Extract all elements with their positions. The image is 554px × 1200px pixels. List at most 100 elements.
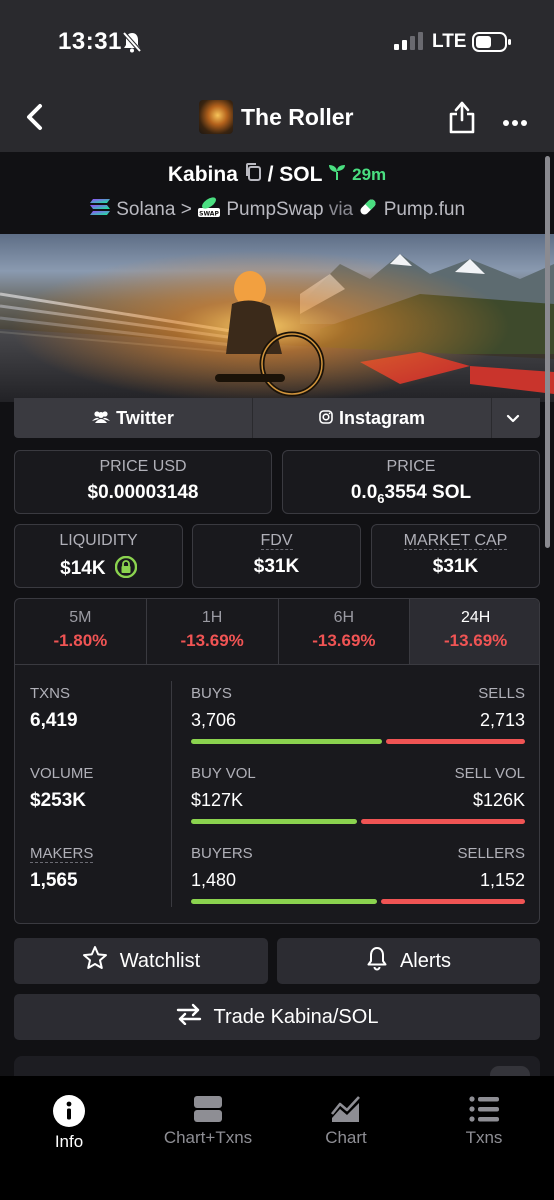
ad-badge xyxy=(490,1066,530,1076)
tab-label: 5M xyxy=(69,609,92,626)
nav-txns[interactable]: Txns xyxy=(424,1094,544,1148)
buys-label: BUYS xyxy=(191,685,232,702)
price-native-label: PRICE xyxy=(386,458,436,475)
nav-info-label: Info xyxy=(54,1132,84,1151)
price-usd-value: $0.00003148 xyxy=(87,482,199,503)
fdv-box: FDV $31K xyxy=(192,524,361,588)
market-cap-box: MARKET CAP $31K xyxy=(371,524,540,588)
nav-chart-label: Chart xyxy=(325,1128,367,1147)
alerts-label: Alerts xyxy=(399,949,452,972)
status-bar: 13:31 LTE xyxy=(0,0,554,84)
back-arrow-icon[interactable] xyxy=(22,102,48,137)
buyers-bar-fill xyxy=(191,899,377,904)
more-options-icon[interactable] xyxy=(502,114,528,132)
route-separator: > xyxy=(180,199,192,220)
buyers-sellers-row: BUYERS SELLERS 1,480 1,152 xyxy=(191,845,525,904)
twitter-button[interactable]: Twitter xyxy=(14,398,253,438)
pill-icon xyxy=(358,199,383,222)
trade-label: Trade Kabina/SOL xyxy=(213,1005,379,1028)
fdv-label[interactable]: FDV xyxy=(260,532,293,550)
area-chart-icon xyxy=(286,1094,406,1124)
buys-bar-fill xyxy=(191,739,382,744)
chain-route: Solana > SWAP PumpSwap via Pump.fun xyxy=(0,196,554,224)
trading-stats-panel: 5M -1.80% 1H -13.69% 6H -13.69% 24H -13.… xyxy=(14,598,540,924)
tab-6h[interactable]: 6H -13.69% xyxy=(279,599,411,664)
top-header: The Roller xyxy=(0,84,554,152)
tab-5m[interactable]: 5M -1.80% xyxy=(15,599,147,664)
next-section-peek xyxy=(14,1056,540,1076)
pair-details: Kabina / SOL 29m Solana > SWAP PumpSwap … xyxy=(0,152,554,1076)
instagram-button[interactable]: Instagram xyxy=(253,398,492,438)
tab-24h[interactable]: 24H -13.69% xyxy=(410,599,539,664)
users-icon xyxy=(92,408,116,429)
nav-chart[interactable]: Chart xyxy=(286,1094,406,1148)
buyers-sellers-bar xyxy=(191,899,525,904)
solana-icon xyxy=(89,199,116,221)
quote-token: SOL xyxy=(279,163,323,186)
sellers-value: 1,152 xyxy=(479,870,525,890)
alerts-button[interactable]: Alerts xyxy=(277,938,540,984)
buyers-value: 1,480 xyxy=(191,870,237,890)
token-banner-image xyxy=(0,234,554,402)
pair-separator: / xyxy=(267,163,274,186)
price-native-digits: 3554 SOL xyxy=(384,482,472,503)
liquidity-label: LIQUIDITY xyxy=(59,532,138,549)
liquidity-value-row: $14K xyxy=(15,555,182,584)
price-usd-box: PRICE USD $0.00003148 xyxy=(14,450,272,514)
status-time: 13:31 xyxy=(58,28,122,55)
lock-icon[interactable] xyxy=(114,555,138,584)
buys-value: 3,706 xyxy=(191,710,237,730)
star-icon xyxy=(82,945,120,977)
pumpswap-icon: SWAP xyxy=(197,197,226,223)
tab-label: 24H xyxy=(460,609,491,626)
buy-vol-label: BUY VOL xyxy=(191,765,256,782)
tab-1h[interactable]: 1H -13.69% xyxy=(147,599,279,664)
buyers-label: BUYERS xyxy=(191,845,253,862)
chevron-down-icon xyxy=(506,408,526,429)
nav-chart-txns[interactable]: Chart+Txns xyxy=(148,1094,268,1148)
share-icon[interactable] xyxy=(448,100,476,139)
nav-info[interactable]: Info xyxy=(9,1094,129,1152)
makers-value: 1,565 xyxy=(30,870,78,891)
sellers-bar-fill xyxy=(381,899,525,904)
tab-change: -13.69% xyxy=(180,631,244,650)
nav-txns-label: Txns xyxy=(465,1128,503,1147)
via-text: via xyxy=(328,199,354,220)
sells-bar-fill xyxy=(386,739,525,744)
price-usd-label: PRICE USD xyxy=(99,458,187,475)
price-native-zeros: 6 xyxy=(377,490,385,506)
pair-age: 29m xyxy=(352,165,387,184)
tab-change: -13.69% xyxy=(443,631,508,650)
makers-label[interactable]: MAKERS xyxy=(30,845,94,863)
market-cap-value: $31K xyxy=(432,556,479,577)
dex-name[interactable]: PumpSwap xyxy=(226,199,323,220)
makers-stat: MAKERS 1,565 xyxy=(30,845,94,892)
sell-vol-label: SELL VOL xyxy=(454,765,525,782)
instagram-icon xyxy=(319,408,339,429)
volume-split-bar xyxy=(191,819,525,824)
tab-label: 6H xyxy=(333,609,355,626)
sell-vol-bar-fill xyxy=(361,819,525,824)
token-avatar xyxy=(199,100,233,134)
chain-name[interactable]: Solana xyxy=(116,199,175,220)
stats-divider xyxy=(171,681,172,907)
price-native-value: 0.063554 SOL xyxy=(283,482,539,506)
trade-button[interactable]: Trade Kabina/SOL xyxy=(14,994,540,1040)
volume-label: VOLUME xyxy=(30,765,94,782)
timeframe-tabs: 5M -1.80% 1H -13.69% 6H -13.69% 24H -13.… xyxy=(15,599,539,665)
watchlist-label: Watchlist xyxy=(119,949,201,972)
sellers-label: SELLERS xyxy=(457,845,525,862)
copy-icon[interactable] xyxy=(244,163,268,187)
txns-value: 6,419 xyxy=(30,710,78,731)
social-links: Twitter Instagram xyxy=(14,398,540,438)
nav-chart-txns-label: Chart+Txns xyxy=(163,1128,253,1147)
buy-vol-bar-fill xyxy=(191,819,357,824)
scrollbar[interactable] xyxy=(545,156,550,548)
expand-socials-button[interactable] xyxy=(492,398,540,438)
watchlist-button[interactable]: Watchlist xyxy=(14,938,268,984)
dex-badge-text: SWAP xyxy=(199,211,219,218)
market-cap-label[interactable]: MARKET CAP xyxy=(403,532,508,550)
launchpad-name[interactable]: Pump.fun xyxy=(384,199,465,220)
sells-value: 2,713 xyxy=(479,710,525,730)
liquidity-box: LIQUIDITY $14K xyxy=(14,524,183,588)
